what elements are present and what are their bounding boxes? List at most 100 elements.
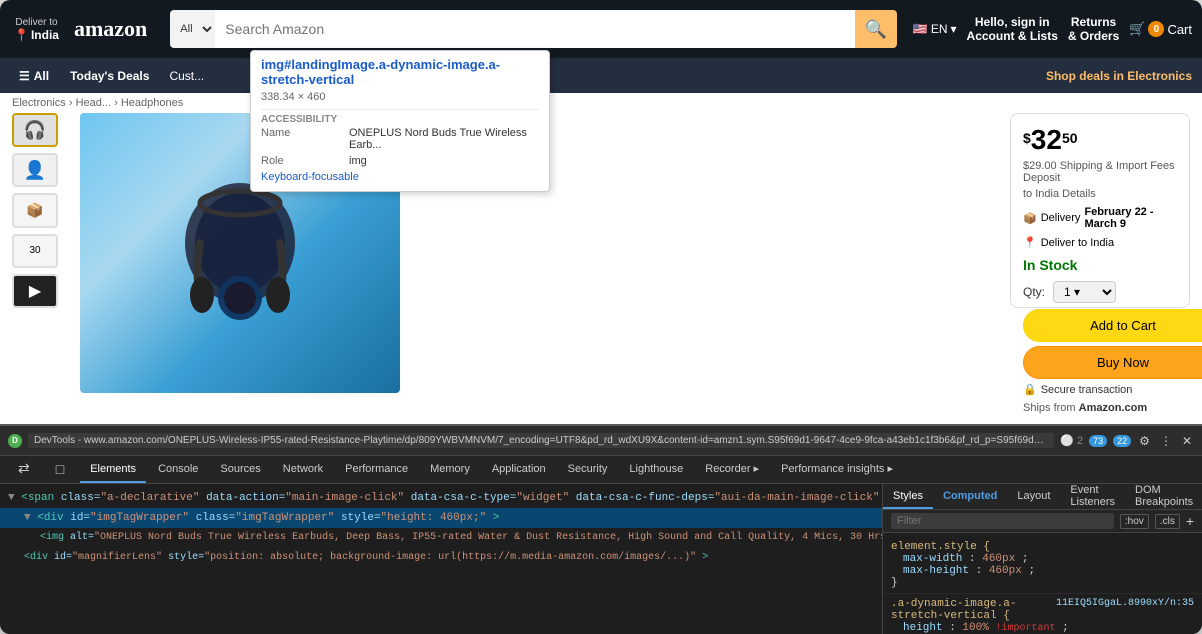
styles-filter-input[interactable]: [891, 513, 1114, 529]
add-to-cart-button[interactable]: Add to Cart: [1023, 309, 1202, 342]
location-row: 📍 Deliver to India: [1023, 236, 1177, 249]
delivery-date-row: 📦 Delivery February 22 - March 9: [1023, 206, 1177, 230]
style-rule-element: element.style { max-width : 460px ; max-…: [883, 537, 1202, 594]
tab-memory[interactable]: Memory: [420, 456, 480, 483]
tab-recorder[interactable]: Recorder ▸: [695, 456, 769, 483]
amazon-page: Deliver to 📍 India amazon All 🔍 🇺🇸 EN ▾ …: [0, 0, 1202, 634]
amazon-logo[interactable]: amazon: [67, 11, 154, 47]
cls-button[interactable]: .cls: [1155, 514, 1180, 529]
elements-line-1[interactable]: ▼ <span class="a-declarative" data-actio…: [0, 488, 882, 508]
amazon-header: Deliver to 📍 India amazon All 🔍 🇺🇸 EN ▾ …: [0, 0, 1202, 58]
delivery-to: to India Details: [1023, 188, 1177, 200]
tooltip-dims: 338.34 × 460: [261, 91, 539, 103]
tooltip-accessibility-label: ACCESSIBILITY: [261, 109, 539, 125]
styles-tab-dom-breakpoints[interactable]: DOM Breakpoints: [1125, 484, 1202, 509]
devtools-error-count: ⚪ 2: [1060, 434, 1083, 447]
thumb-2[interactable]: 👤: [12, 153, 58, 187]
ships-from-val: Amazon.com: [1079, 402, 1147, 414]
thumb-1[interactable]: 🎧: [12, 113, 58, 147]
today-deals-nav[interactable]: Today's Deals: [62, 63, 157, 89]
shipping-info: $29.00 Shipping & Import Fees Deposit: [1023, 160, 1177, 184]
rule-2-source[interactable]: 11EIQ5IGgaL.8990xY/n:35: [1056, 598, 1194, 609]
thumb-3[interactable]: 📦: [12, 193, 58, 227]
rule-2-props: height : 100% !important ; width : aut: [891, 622, 1194, 634]
styles-tabs-row: Styles Computed Layout Event Listeners D…: [883, 484, 1202, 510]
product-layout: 🎧 👤 📦 30 ▶: [0, 113, 1202, 308]
rule-1-selector: element.style {: [891, 541, 990, 553]
breadcrumb: Electronics › Head... › Headphones: [0, 93, 1202, 113]
cart-link[interactable]: 🛒 0 Cart: [1129, 21, 1192, 37]
devtools-inspect-btn[interactable]: □: [46, 456, 74, 483]
buy-now-button[interactable]: Buy Now: [1023, 346, 1202, 379]
tab-performance[interactable]: Performance: [335, 456, 418, 483]
devtools-tabs: ⇄ □ Elements Console Sources Network Per…: [0, 456, 1202, 484]
language-selector[interactable]: 🇺🇸 EN ▾: [913, 22, 957, 36]
tab-security[interactable]: Security: [558, 456, 618, 483]
styles-panel: Styles Computed Layout Event Listeners D…: [882, 484, 1202, 634]
rule-2-selector: .a-dynamic-image.a-stretch-vertical {: [891, 598, 1016, 622]
delivery-date-label: Delivery: [1041, 212, 1081, 224]
hov-button[interactable]: :hov: [1120, 514, 1149, 529]
style-rule-a-dynamic: 11EIQ5IGgaL.8990xY/n:35 .a-dynamic-image…: [883, 594, 1202, 634]
styles-tab-event-listeners[interactable]: Event Listeners: [1060, 484, 1125, 509]
qty-select[interactable]: 1 ▾: [1053, 281, 1116, 303]
devtools-favicon: D: [8, 434, 22, 448]
thumb-4[interactable]: 30: [12, 234, 58, 268]
tab-sources[interactable]: Sources: [210, 456, 270, 483]
devtools-settings-button[interactable]: ⚙: [1137, 432, 1152, 450]
location-icon: 📍: [1023, 236, 1037, 249]
secure-icon: 🔒: [1023, 383, 1037, 396]
search-input[interactable]: [215, 10, 855, 48]
secure-row: 🔒 Secure transaction: [1023, 383, 1177, 396]
stock-status: In Stock: [1023, 257, 1177, 273]
elements-panel: ▼ <span class="a-declarative" data-actio…: [0, 484, 882, 634]
tab-lighthouse[interactable]: Lighthouse: [619, 456, 693, 483]
devtools-close-button[interactable]: ✕: [1180, 432, 1194, 450]
account-link[interactable]: Hello, sign in Account & Lists: [967, 15, 1058, 43]
devtools-toggle-btn[interactable]: ⇄: [8, 456, 40, 483]
cart-badge: 0: [1148, 21, 1164, 37]
styles-tab-computed[interactable]: Computed: [933, 484, 1007, 509]
deliver-label: Deliver to: [15, 17, 57, 28]
tab-console[interactable]: Console: [148, 456, 208, 483]
thumb-video[interactable]: ▶: [12, 274, 58, 308]
styles-tab-layout[interactable]: Layout: [1007, 484, 1060, 509]
returns-link[interactable]: Returns & Orders: [1068, 15, 1119, 43]
tab-perf-insights[interactable]: Performance insights ▸: [771, 456, 903, 483]
devtools-more-button[interactable]: ⋮: [1158, 432, 1174, 450]
element-tooltip: img#landingImage.a-dynamic-image.a-stret…: [250, 50, 550, 192]
elements-line-4[interactable]: <div id="magnifierLens" style="position:…: [0, 548, 882, 568]
delivery-date: February 22 - March 9: [1084, 206, 1177, 230]
custom-nav[interactable]: Cust...: [161, 63, 212, 89]
prop-height: height : 100% !important ;: [903, 622, 1194, 634]
price-display: $ 32 50: [1023, 126, 1177, 154]
qty-row: Qty: 1 ▾: [1023, 281, 1177, 303]
header-right: 🇺🇸 EN ▾ Hello, sign in Account & Lists R…: [913, 15, 1192, 43]
arrow-icon-2[interactable]: ▼: [24, 512, 31, 524]
devtools-toolbar: D DevTools - www.amazon.com/ONEPLUS-Wire…: [0, 426, 1202, 456]
devtools-url-bar: DevTools - www.amazon.com/ONEPLUS-Wirele…: [28, 433, 1054, 448]
prop-max-height: max-height : 460px ;: [903, 565, 1194, 577]
price-box: $ 32 50 $29.00 Shipping & Import Fees De…: [1010, 113, 1190, 308]
shop-deals-banner[interactable]: Shop deals in Electronics: [1046, 69, 1192, 83]
styles-tab-styles[interactable]: Styles: [883, 484, 933, 509]
browser-window: Deliver to 📍 India amazon All 🔍 🇺🇸 EN ▾ …: [0, 0, 1202, 634]
elements-line-3[interactable]: <img alt="ONEPLUS Nord Buds True Wireles…: [0, 528, 882, 548]
tab-elements[interactable]: Elements: [80, 456, 146, 483]
deliver-to: Deliver to 📍 India: [14, 17, 59, 42]
arrow-icon-1[interactable]: ▼: [8, 492, 15, 504]
qty-label: Qty:: [1023, 285, 1045, 299]
add-style-button[interactable]: +: [1186, 513, 1194, 529]
deliver-india-label: Deliver to India: [1041, 237, 1114, 249]
tab-network[interactable]: Network: [273, 456, 333, 483]
all-nav-item[interactable]: ☰ All: [10, 62, 58, 90]
amazon-nav: ☰ All Today's Deals Cust... Shop deals i…: [0, 58, 1202, 93]
ships-from-row: Ships from Amazon.com: [1023, 402, 1177, 414]
elements-line-2[interactable]: ▼ <div id="imgTagWrapper" class="imgTagW…: [0, 508, 882, 528]
styles-content: element.style { max-width : 460px ; max-…: [883, 533, 1202, 634]
search-button[interactable]: 🔍: [855, 10, 897, 48]
search-category-select[interactable]: All: [170, 10, 215, 48]
tab-application[interactable]: Application: [482, 456, 556, 483]
price-currency: $: [1023, 130, 1031, 146]
tooltip-title: img#landingImage.a-dynamic-image.a-stret…: [261, 57, 539, 87]
